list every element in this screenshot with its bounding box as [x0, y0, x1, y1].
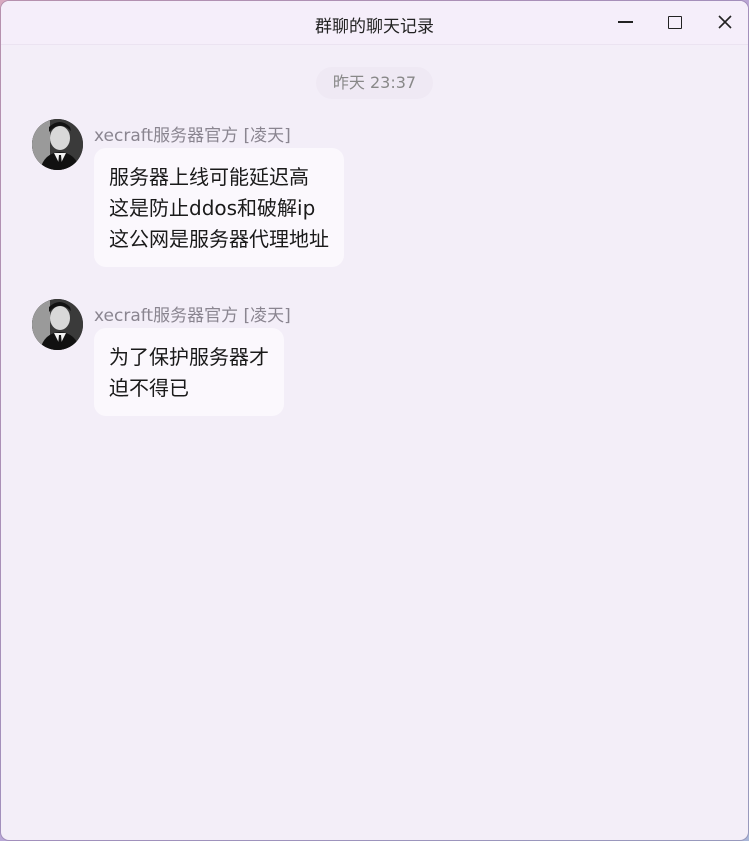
maximize-icon	[668, 15, 682, 29]
sender-name: xecraft服务器官方 [凌天]	[94, 126, 291, 146]
title-bar: 群聊的聊天记录	[1, 1, 748, 45]
minimize-button[interactable]	[608, 7, 642, 37]
message-line: 迫不得已	[109, 376, 189, 400]
message-line: 这公网是服务器代理地址	[109, 227, 329, 251]
chat-history-window: 群聊的聊天记录 昨天 23:37 xecraft服务器官方 [凌天] 服务器上线…	[1, 1, 748, 840]
close-button[interactable]	[708, 7, 742, 37]
message-bubble[interactable]: 为了保护服务器才 迫不得已	[94, 328, 284, 416]
avatar-image	[32, 299, 83, 350]
avatar[interactable]	[32, 119, 83, 170]
close-icon	[718, 15, 732, 29]
minimize-icon	[617, 21, 633, 23]
maximize-button[interactable]	[658, 7, 692, 37]
message-line: 这是防止ddos和破解ip	[109, 196, 316, 220]
timestamp-divider: 昨天 23:37	[316, 67, 433, 99]
message-line: 服务器上线可能延迟高	[109, 165, 309, 189]
avatar[interactable]	[32, 299, 83, 350]
message-line: 为了保护服务器才	[109, 345, 269, 369]
message-bubble[interactable]: 服务器上线可能延迟高 这是防止ddos和破解ip 这公网是服务器代理地址	[94, 148, 344, 267]
sender-name: xecraft服务器官方 [凌天]	[94, 306, 291, 326]
avatar-image	[32, 119, 83, 170]
